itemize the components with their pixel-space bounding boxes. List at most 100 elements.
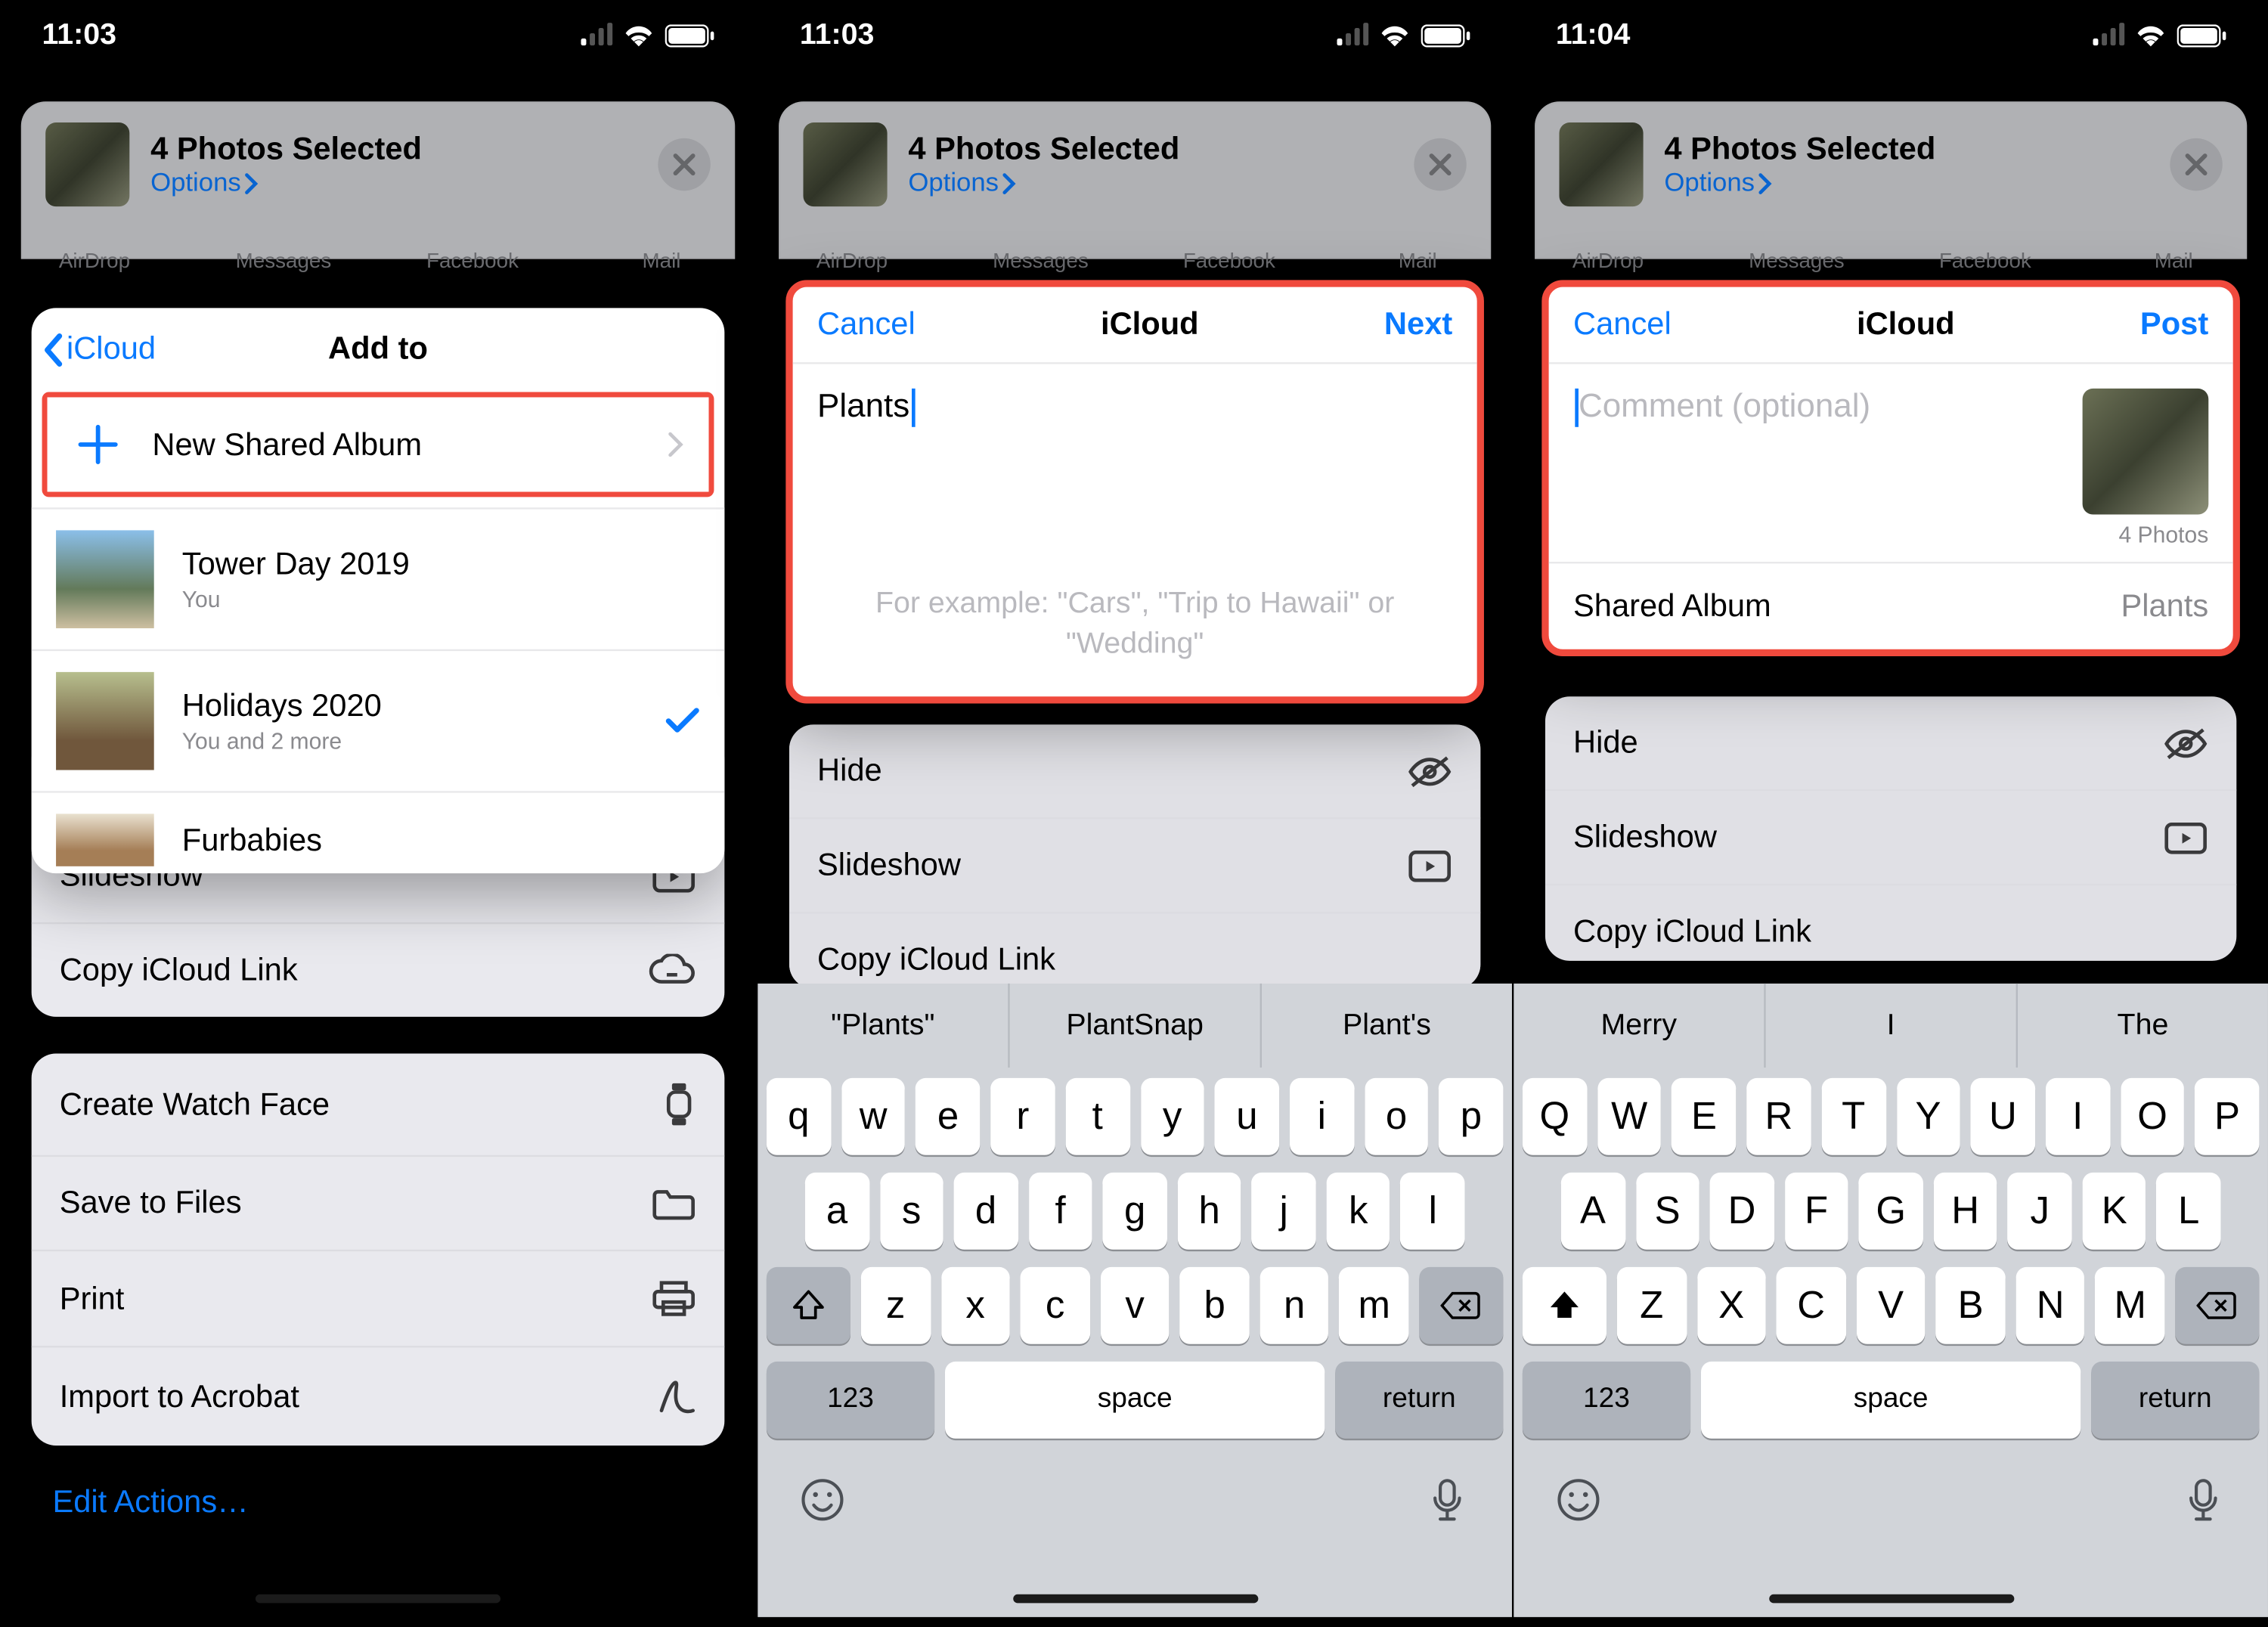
key-n[interactable]: n xyxy=(1259,1267,1329,1344)
key-w[interactable]: W xyxy=(1597,1078,1662,1155)
next-button[interactable]: Next xyxy=(1384,306,1452,343)
action-print[interactable]: Print xyxy=(32,1250,725,1346)
key-z[interactable]: Z xyxy=(1617,1267,1687,1344)
action-copy-icloud-link[interactable]: Copy iCloud Link xyxy=(32,922,725,1017)
cancel-button[interactable]: Cancel xyxy=(1573,306,1672,343)
shared-album-row[interactable]: Shared Album Plants xyxy=(1549,562,2233,649)
action-hide[interactable]: Hide xyxy=(1545,696,2236,789)
key-u[interactable]: u xyxy=(1215,1078,1279,1155)
suggestion-1[interactable]: PlantSnap xyxy=(1008,984,1259,1068)
share-options-link[interactable]: Options xyxy=(150,168,422,197)
suggestion-1[interactable]: I xyxy=(1764,984,2015,1068)
key-b[interactable]: B xyxy=(1936,1267,2006,1344)
new-shared-album-row[interactable]: New Shared Album xyxy=(47,397,708,491)
key-n[interactable]: N xyxy=(2015,1267,2085,1344)
key-q[interactable]: Q xyxy=(1523,1078,1587,1155)
key-t[interactable]: t xyxy=(1065,1078,1129,1155)
action-copy-icloud-link[interactable]: Copy iCloud Link xyxy=(1545,884,2236,961)
backspace-key[interactable] xyxy=(1419,1267,1503,1344)
suggestion-2[interactable]: The xyxy=(2016,984,2268,1068)
key-x[interactable]: x xyxy=(940,1267,1010,1344)
cancel-button[interactable]: Cancel xyxy=(817,306,916,343)
key-m[interactable]: m xyxy=(1340,1267,1409,1344)
key-l[interactable]: l xyxy=(1401,1173,1465,1250)
backspace-key[interactable] xyxy=(2175,1267,2259,1344)
key-v[interactable]: V xyxy=(1856,1267,1926,1344)
keyboard[interactable]: "Plants" PlantSnap Plant's q w e r t y u… xyxy=(758,984,1512,1617)
shift-key-active[interactable] xyxy=(1523,1267,1606,1344)
dictation-key[interactable] xyxy=(1421,1474,1473,1526)
key-b[interactable]: b xyxy=(1180,1267,1250,1344)
home-indicator[interactable] xyxy=(256,1594,500,1604)
key-r[interactable]: R xyxy=(1746,1078,1811,1155)
key-q[interactable]: q xyxy=(767,1078,831,1155)
dictation-key[interactable] xyxy=(2177,1474,2229,1526)
share-options-link[interactable]: Options xyxy=(908,168,1179,197)
keyboard[interactable]: Merry I The Q W E R T Y U I O P A S D F xyxy=(1514,984,2268,1617)
suggestion-2[interactable]: Plant's xyxy=(1260,984,1512,1068)
key-o[interactable]: O xyxy=(2121,1078,2185,1155)
emoji-key[interactable] xyxy=(1552,1474,1604,1526)
action-copy-icloud-link[interactable]: Copy iCloud Link xyxy=(789,912,1480,989)
key-x[interactable]: X xyxy=(1696,1267,1766,1344)
key-u[interactable]: U xyxy=(1971,1078,2035,1155)
key-g[interactable]: G xyxy=(1859,1173,1923,1250)
key-k[interactable]: k xyxy=(1326,1173,1390,1250)
key-d[interactable]: D xyxy=(1710,1173,1774,1250)
back-button[interactable]: iCloud xyxy=(42,330,156,367)
key-c[interactable]: c xyxy=(1021,1267,1090,1344)
key-w[interactable]: w xyxy=(841,1078,906,1155)
key-j[interactable]: J xyxy=(2008,1173,2072,1250)
key-a[interactable]: A xyxy=(1561,1173,1625,1250)
key-j[interactable]: j xyxy=(1252,1173,1316,1250)
key-m[interactable]: M xyxy=(2096,1267,2165,1344)
home-indicator[interactable] xyxy=(1012,1594,1257,1604)
key-f[interactable]: f xyxy=(1028,1173,1092,1250)
key-a[interactable]: a xyxy=(805,1173,869,1250)
key-h[interactable]: h xyxy=(1177,1173,1241,1250)
key-e[interactable]: E xyxy=(1672,1078,1737,1155)
key-g[interactable]: g xyxy=(1103,1173,1167,1250)
key-z[interactable]: z xyxy=(861,1267,931,1344)
album-name-input[interactable]: Plants xyxy=(817,389,1452,427)
album-row-0[interactable]: Tower Day 2019 You xyxy=(32,507,725,649)
key-v[interactable]: v xyxy=(1100,1267,1170,1344)
action-watch-face[interactable]: Create Watch Face xyxy=(32,1054,725,1155)
album-row-1[interactable]: Holidays 2020 You and 2 more xyxy=(32,649,725,791)
close-button[interactable] xyxy=(658,138,710,191)
key-p[interactable]: p xyxy=(1439,1078,1503,1155)
post-button[interactable]: Post xyxy=(2140,306,2208,343)
key-e[interactable]: e xyxy=(916,1078,981,1155)
close-button[interactable] xyxy=(1414,138,1466,191)
space-key[interactable]: space xyxy=(945,1362,1325,1439)
edit-actions-link[interactable]: Edit Actions… xyxy=(52,1484,248,1521)
close-button[interactable] xyxy=(2170,138,2222,191)
action-save-files[interactable]: Save to Files xyxy=(32,1155,725,1250)
share-options-link[interactable]: Options xyxy=(1664,168,1935,197)
key-y[interactable]: Y xyxy=(1896,1078,1960,1155)
comment-input[interactable]: Comment (optional) xyxy=(1573,389,1870,548)
key-r[interactable]: r xyxy=(990,1078,1055,1155)
return-key[interactable]: return xyxy=(2091,1362,2259,1439)
key-y[interactable]: y xyxy=(1140,1078,1204,1155)
action-import-acrobat[interactable]: Import to Acrobat xyxy=(32,1346,725,1446)
key-c[interactable]: C xyxy=(1777,1267,1846,1344)
key-t[interactable]: T xyxy=(1821,1078,1885,1155)
action-slideshow[interactable]: Slideshow xyxy=(1545,789,2236,884)
key-s[interactable]: s xyxy=(879,1173,943,1250)
key-l[interactable]: L xyxy=(2157,1173,2221,1250)
emoji-key[interactable] xyxy=(796,1474,848,1526)
key-i[interactable]: I xyxy=(2046,1078,2110,1155)
key-p[interactable]: P xyxy=(2195,1078,2259,1155)
shift-key[interactable] xyxy=(767,1267,850,1344)
key-h[interactable]: H xyxy=(1933,1173,1997,1250)
suggestion-0[interactable]: "Plants" xyxy=(758,984,1008,1068)
return-key[interactable]: return xyxy=(1335,1362,1503,1439)
action-slideshow[interactable]: Slideshow xyxy=(789,817,1480,912)
album-row-2[interactable]: Furbabies xyxy=(32,791,725,873)
space-key[interactable]: space xyxy=(1701,1362,2081,1439)
key-f[interactable]: F xyxy=(1784,1173,1848,1250)
key-k[interactable]: K xyxy=(2082,1173,2146,1250)
key-d[interactable]: d xyxy=(954,1173,1018,1250)
key-s[interactable]: S xyxy=(1635,1173,1699,1250)
